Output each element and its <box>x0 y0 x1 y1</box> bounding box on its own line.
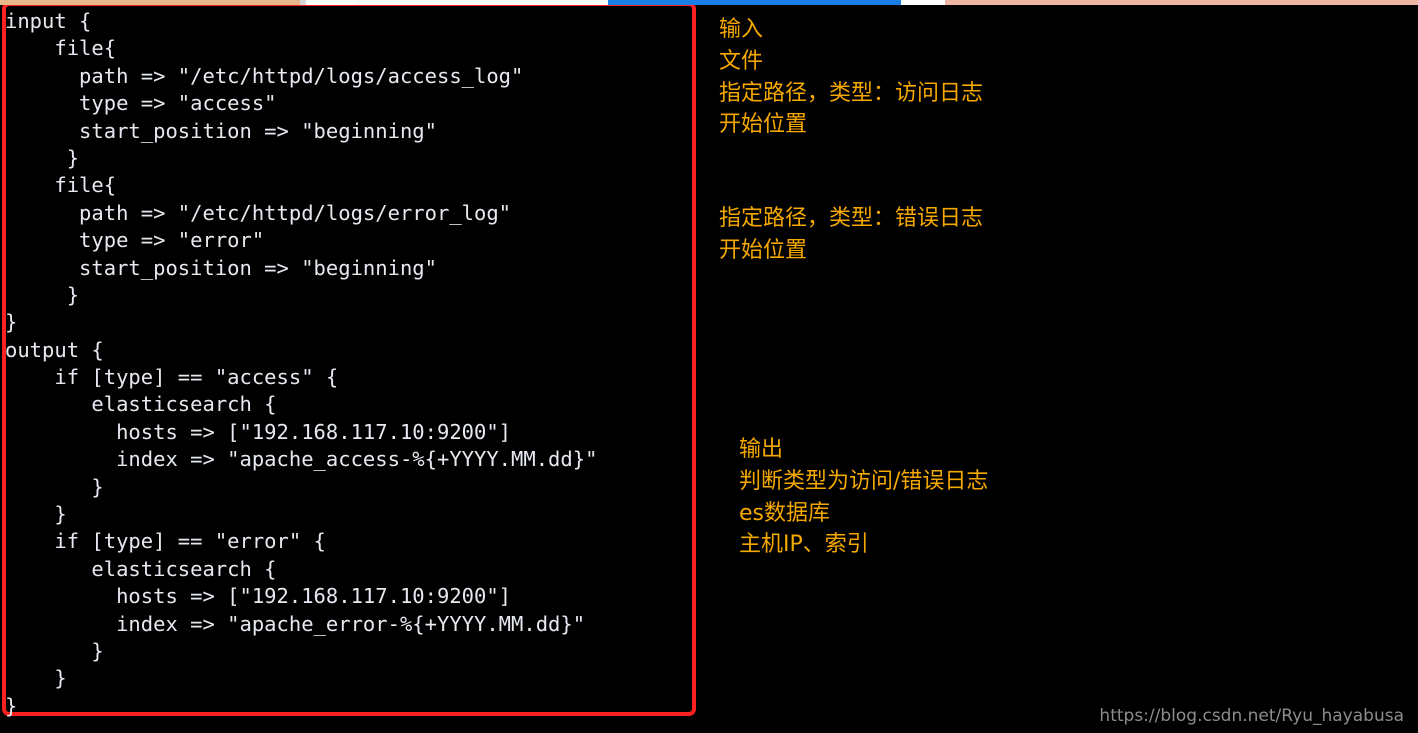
code-line: path => "/etc/httpd/logs/access_log" <box>5 63 524 88</box>
code-line: elasticsearch { <box>5 392 277 417</box>
code-line: type => "error" <box>5 228 265 253</box>
code-line: } <box>5 666 67 691</box>
code-line: if [type] == "error" { <box>5 529 326 554</box>
code-line: if [type] == "access" { <box>5 365 339 390</box>
annotation-line: 文件 <box>719 48 764 74</box>
code-line: } <box>5 310 18 335</box>
annotation-line: 判断类型为访问/错误日志 <box>739 468 989 494</box>
code-line: hosts => ["192.168.117.10:9200"] <box>5 584 512 609</box>
tab-segment-blank[interactable] <box>306 0 356 5</box>
code-line: start_position => "beginning" <box>5 118 437 143</box>
code-line: index => "apache_access-%{+YYYY.MM.dd}" <box>5 447 598 472</box>
annotation-line: es数据库 <box>739 500 830 526</box>
code-line: } <box>5 145 80 170</box>
annotation-line: 主机IP、索引 <box>739 532 869 558</box>
code-line: index => "apache_error-%{+YYYY.MM.dd}" <box>5 611 586 636</box>
code-line: elasticsearch { <box>5 556 277 581</box>
code-line: input { <box>5 9 92 33</box>
tab-segment-plain[interactable] <box>356 0 608 5</box>
annotation-line: 输入 <box>719 17 764 42</box>
annotation-error-section: 指定路径，类型：错误日志 开始位置 <box>719 203 983 267</box>
code-line: } <box>5 502 67 527</box>
code-line: } <box>5 693 18 718</box>
code-line: file{ <box>5 36 117 61</box>
annotation-output-section: 输出判断类型为访问/错误日志 es数据库主机IP、索引 <box>739 434 988 561</box>
code-line: path => "/etc/httpd/logs/error_log" <box>5 200 512 225</box>
code-line: hosts => ["192.168.117.10:9200"] <box>5 419 512 444</box>
code-line: output { <box>5 337 104 362</box>
annotation-line: 输出 <box>739 437 784 462</box>
code-line: } <box>5 474 104 499</box>
annotation-line: 指定路径，类型：访问日志 <box>719 80 984 106</box>
browser-tab-strip[interactable] <box>0 0 1418 5</box>
code-line: } <box>5 638 104 663</box>
code-line: file{ <box>5 173 117 198</box>
annotation-line: 开始位置 <box>719 237 808 263</box>
code-line: type => "access" <box>5 91 277 116</box>
code-line: start_position => "beginning" <box>5 255 437 280</box>
annotation-input-section: 输入文件指定路径，类型：访问日志 开始位置 <box>719 14 983 141</box>
tab-segment-gap[interactable] <box>901 0 945 5</box>
logstash-config-code: input { file{ path => "/etc/httpd/logs/a… <box>5 8 597 720</box>
tab-segment-selected[interactable] <box>608 0 901 5</box>
csdn-watermark: https://blog.csdn.net/Ryu_hayabusa <box>1099 706 1404 726</box>
annotation-line: 指定路径，类型：错误日志 <box>719 206 984 231</box>
annotation-line: 开始位置 <box>719 112 808 138</box>
code-line: } <box>5 282 80 307</box>
tab-segment-active[interactable] <box>0 0 300 5</box>
tab-segment-trailing[interactable] <box>945 0 1418 5</box>
